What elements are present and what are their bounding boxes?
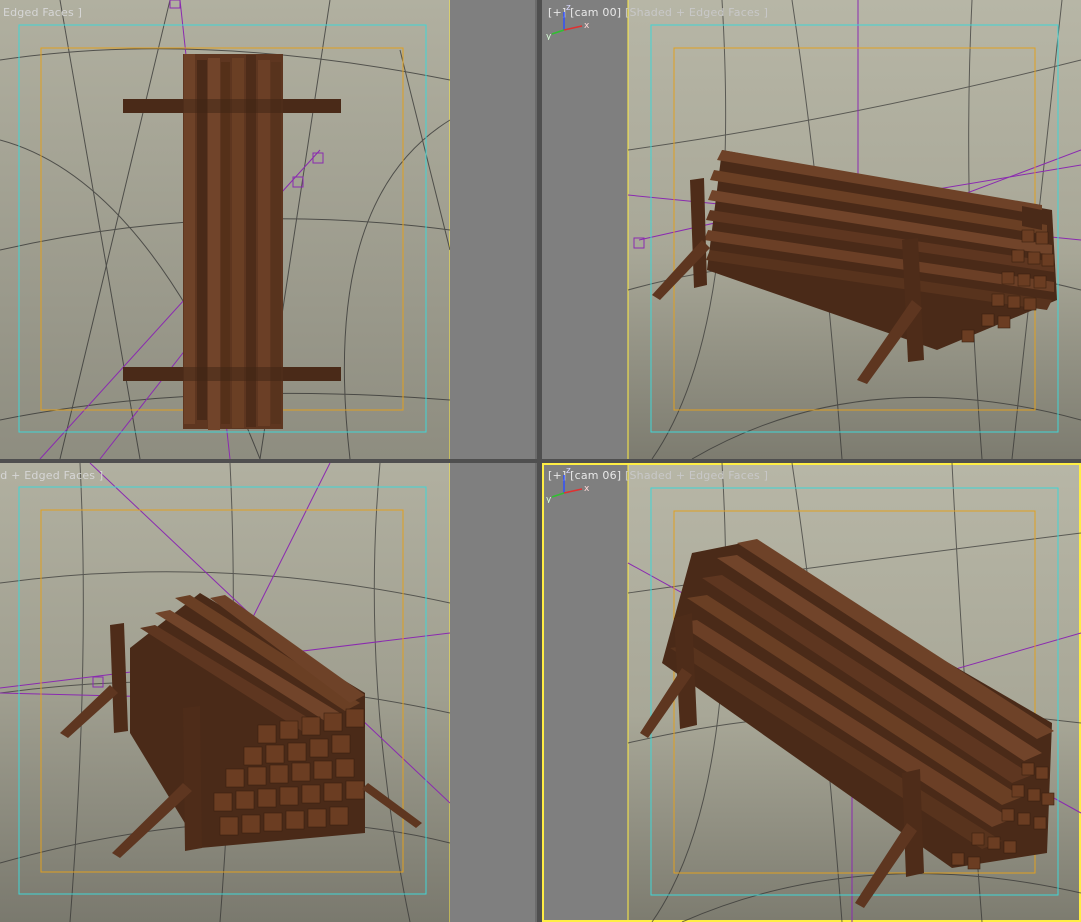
viewport-mode[interactable]: [Shaded + Edged Faces ]	[625, 6, 768, 19]
viewport-scene-bottom-left	[0, 463, 537, 922]
axis-x-label: x	[584, 484, 590, 494]
viewport-mode[interactable]: naded + Edged Faces ]	[0, 469, 103, 482]
viewport-bottom-right[interactable]: [+] [cam 06] [Shaded + Edged Faces ] z x…	[542, 463, 1081, 922]
axis-z-label: z	[566, 3, 571, 13]
viewport-mode[interactable]: [Shaded + Edged Faces ]	[625, 469, 768, 482]
viewport-top-left[interactable]: ed + Edged Faces ]	[0, 0, 537, 459]
viewport-scene-top-left	[0, 0, 537, 459]
axis-y-label: y	[546, 495, 552, 503]
viewport-label[interactable]: ed + Edged Faces ]	[0, 6, 82, 19]
viewport-top-right[interactable]: [+] [cam 00] [Shaded + Edged Faces ] z x…	[542, 0, 1081, 459]
viewport-mode[interactable]: ed + Edged Faces ]	[0, 6, 82, 19]
axis-y-label: y	[546, 32, 552, 40]
viewport-label[interactable]: naded + Edged Faces ]	[0, 469, 103, 482]
axis-triad-icon: z x y	[546, 3, 590, 40]
viewport-scene-top-right	[542, 0, 1081, 459]
axis-triad-icon: z x y	[546, 466, 590, 503]
viewport-bottom-left[interactable]: naded + Edged Faces ]	[0, 463, 537, 922]
axis-z-label: z	[566, 466, 571, 476]
axis-x-label: x	[584, 21, 590, 31]
viewport-scene-bottom-right	[544, 463, 1081, 922]
